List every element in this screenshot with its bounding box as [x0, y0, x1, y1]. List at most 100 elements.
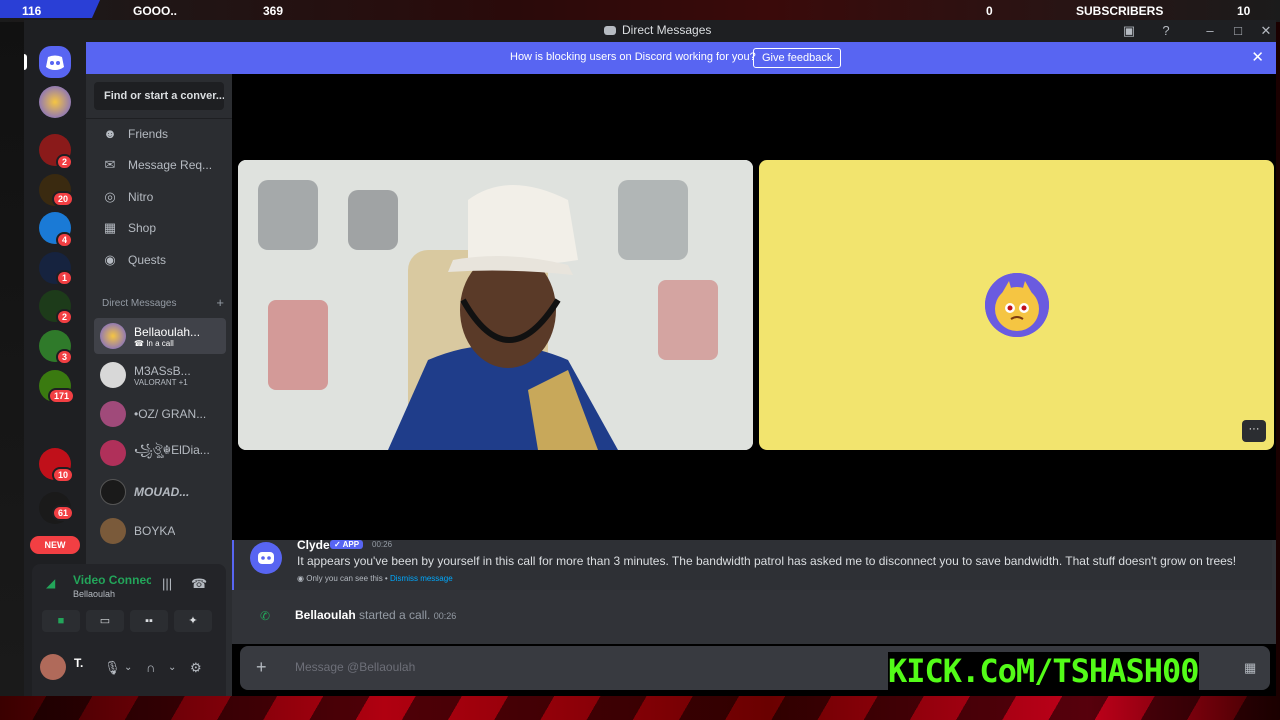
voice-channel[interactable]: Bellaoulah	[73, 589, 115, 599]
chevron-down-icon[interactable]: ⌄	[168, 662, 176, 673]
stream-stat-2: 369	[263, 4, 284, 18]
user-panel: T. 🎙 ⌄ ∩ ⌄ ⚙	[32, 640, 226, 696]
avatar	[100, 323, 126, 349]
server-badge: 171	[48, 388, 76, 404]
clyde-avatar	[250, 542, 282, 574]
chat-messages: Clyde ✓ APP 00:26 It appears you've been…	[232, 538, 1276, 644]
discord-small-icon	[604, 25, 616, 35]
dm-item[interactable]: MOUAD...	[94, 474, 226, 510]
close-window-icon[interactable]: ✕	[1257, 22, 1275, 40]
stream-stat-3: 0	[986, 4, 993, 18]
server-badge: 2	[56, 309, 74, 325]
message-timestamp: 00:26	[372, 540, 393, 549]
server-badge: 3	[56, 349, 74, 365]
apps-grid-icon[interactable]: ▦	[1244, 660, 1256, 676]
stream-bottom-bar	[0, 696, 1280, 720]
dm-item[interactable]: Bellaoulah... ☎ In a call	[94, 318, 226, 354]
stream-stat-badge	[0, 0, 100, 18]
server-badge: 61	[52, 505, 75, 521]
user-avatar-large	[985, 273, 1049, 337]
server-avatar-1[interactable]	[39, 86, 71, 118]
help-icon[interactable]: ?	[1157, 22, 1175, 40]
in-call-status: ☎ In a call	[134, 338, 174, 348]
phone-call-icon: ✆	[260, 609, 271, 623]
call-timestamp: 00:26	[433, 611, 457, 621]
stream-right-rail	[1276, 22, 1280, 696]
ephemeral-note: ◉ Only you can see this • Dismiss messag…	[297, 574, 453, 583]
avatar	[100, 362, 126, 388]
server-badge: 1	[56, 270, 74, 286]
minimize-icon[interactable]: –	[1201, 22, 1219, 40]
voice-connection-panel: ◢ Video Connec Bellaoulah ||| ☎ ■ ▭ ▪▪ ✦	[32, 564, 226, 640]
dm-item[interactable]: M3ASsB... VALORANT +1	[94, 357, 226, 393]
server-badge: 20	[52, 191, 75, 207]
inbox-icon[interactable]: ▣	[1120, 22, 1138, 40]
give-feedback-button[interactable]: Give feedback	[753, 48, 842, 68]
envelope-icon: ✉	[104, 157, 116, 172]
eye-icon: ◉	[297, 574, 304, 583]
stream-stat-1: 116	[22, 4, 42, 18]
nav-friends[interactable]: ☻ Friends	[94, 119, 224, 149]
dm-header: Direct Messages +	[102, 295, 224, 310]
more-options-button[interactable]: ···	[1242, 420, 1266, 442]
screen-share-button[interactable]: ▭	[86, 610, 124, 632]
user-name[interactable]: T.	[74, 656, 83, 670]
nav-nitro[interactable]: ◎ Nitro	[94, 182, 224, 212]
home-discord-icon[interactable]	[39, 46, 71, 78]
soundboard-button[interactable]: ✦	[174, 610, 212, 632]
quests-icon: ◉	[104, 252, 116, 267]
nav-quests[interactable]: ◉ Quests	[94, 245, 224, 275]
settings-gear-icon[interactable]: ⚙	[190, 660, 202, 676]
disconnect-icon[interactable]: ☎	[191, 576, 207, 592]
user-avatar[interactable]	[40, 654, 66, 680]
camera-button[interactable]: ■	[42, 610, 80, 632]
caller-name[interactable]: Bellaoulah	[295, 608, 356, 622]
dm-item[interactable]: BOYKA	[94, 513, 226, 549]
user-video-tile[interactable]: ···	[759, 160, 1274, 450]
noise-suppression-icon[interactable]: |||	[162, 576, 172, 591]
clyde-name[interactable]: Clyde	[297, 538, 330, 552]
window-titlebar: Direct Messages ▣ ? – □ ✕	[24, 20, 1276, 42]
avatar	[100, 479, 126, 505]
friends-icon: ☻	[103, 126, 117, 141]
shop-icon: ▦	[103, 220, 117, 235]
server-badge: 2	[56, 154, 74, 170]
server-badge: 4	[56, 232, 74, 248]
avatar	[100, 440, 126, 466]
new-unreads-pill[interactable]: NEW	[30, 536, 80, 554]
stream-top-bar: 116 GOOO.. 369 0 SUBSCRIBERS 10	[0, 0, 1280, 22]
close-banner-icon[interactable]: ✕	[1251, 48, 1264, 66]
subscribers-label: SUBSCRIBERS	[1076, 4, 1164, 18]
feedback-banner: How is blocking users on Discord working…	[86, 42, 1276, 74]
nitro-icon: ◎	[104, 189, 116, 204]
home-indicator	[24, 54, 27, 70]
avatar	[100, 518, 126, 544]
stream-left-rail	[0, 22, 24, 696]
kick-channel-overlay: KICK.CoM/TSHASH00	[888, 652, 1200, 690]
dm-item[interactable]: ꧁ঔৣ☬ElDia...	[94, 435, 226, 471]
clyde-message: Clyde ✓ APP 00:26 It appears you've been…	[232, 538, 1272, 590]
maximize-icon[interactable]: □	[1229, 22, 1247, 40]
nav-message-requests[interactable]: ✉ Message Req...	[94, 150, 224, 180]
call-started-message: Bellaoulah started a call. 00:26	[295, 608, 457, 622]
stream-label-1: GOOO..	[133, 4, 178, 18]
camera-feed-image	[238, 160, 753, 450]
headphones-icon[interactable]: ∩	[146, 660, 155, 675]
message-input-placeholder[interactable]: Message @Bellaoulah	[295, 660, 415, 674]
attach-plus-icon[interactable]: +	[256, 657, 267, 678]
search-input[interactable]: Find or start a conver...	[94, 82, 224, 110]
subscribers-count: 10	[1237, 4, 1251, 18]
avatar	[100, 401, 126, 427]
chevron-down-icon[interactable]: ⌄	[124, 662, 132, 673]
banner-text: How is blocking users on Discord working…	[510, 51, 756, 63]
server-badge: 10	[52, 467, 75, 483]
voice-status[interactable]: Video Connec	[73, 573, 151, 587]
dm-item[interactable]: •OZ/ GRAN...	[94, 396, 226, 432]
microphone-icon[interactable]: 🎙	[104, 660, 121, 676]
app-tag: ✓ APP	[330, 540, 364, 549]
camera-video-tile[interactable]	[238, 160, 753, 450]
dismiss-message-link[interactable]: Dismiss message	[390, 574, 453, 583]
create-dm-icon[interactable]: +	[216, 296, 224, 309]
activities-button[interactable]: ▪▪	[130, 610, 168, 632]
nav-shop[interactable]: ▦ Shop	[94, 213, 224, 243]
